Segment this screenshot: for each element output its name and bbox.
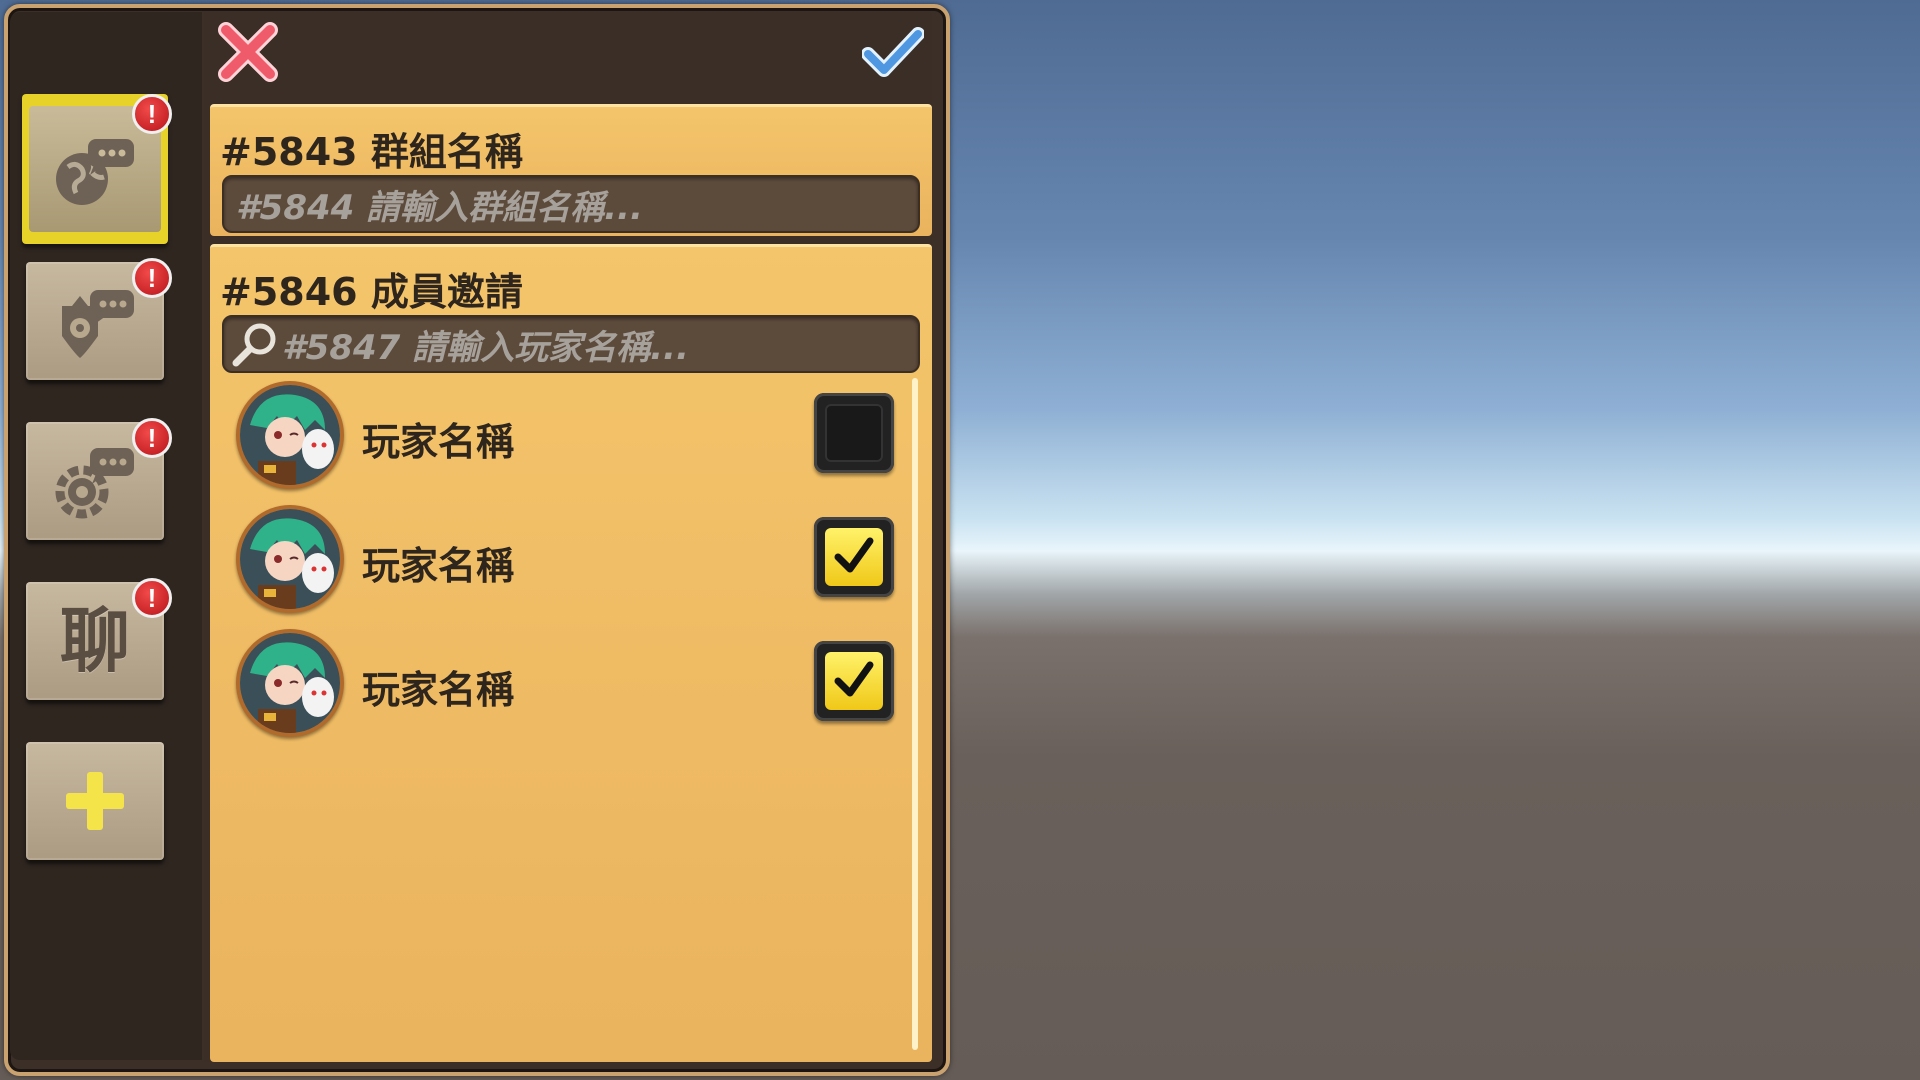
player-list-scrollbar[interactable]	[912, 378, 918, 1050]
player-search-placeholder: #5847 請輸入玩家名稱...	[282, 327, 689, 368]
group-name-input[interactable]: #5844 請輸入群組名稱...	[222, 175, 920, 233]
checkmark-icon	[834, 537, 874, 573]
player-name: 玩家名稱	[362, 544, 515, 588]
player-row[interactable]: 玩家名稱	[224, 505, 894, 617]
character-portrait-icon	[240, 509, 340, 609]
player-row[interactable]: 玩家名稱	[224, 629, 894, 741]
checkbox-fill	[825, 652, 883, 710]
group-name-section: #5843 群組名稱 #5844 請輸入群組名稱...	[210, 104, 932, 236]
world-chat-tab[interactable]: !	[22, 94, 172, 244]
checkbox-fill	[825, 528, 883, 586]
search-icon	[232, 323, 276, 367]
player-row[interactable]: 玩家名稱	[224, 381, 894, 493]
close-button[interactable]	[218, 20, 280, 82]
add-group-tab[interactable]	[26, 742, 164, 860]
group-name-title: #5843 群組名稱	[220, 130, 523, 174]
chat-char-label: 聊	[60, 599, 130, 682]
invite-checkbox[interactable]	[814, 641, 894, 721]
player-avatar	[236, 381, 344, 489]
checkmark-icon	[834, 661, 874, 697]
guild-chat-tab[interactable]: !	[26, 258, 172, 380]
guild-emblem-chat-icon	[62, 290, 134, 358]
player-avatar	[236, 629, 344, 737]
member-invite-section: #5846 成員邀請 #5847 請輸入玩家名稱... 玩家名稱 玩家名稱 玩家…	[210, 244, 932, 1062]
group-name-placeholder: #5844 請輸入群組名稱...	[236, 187, 643, 228]
notification-badge: !	[132, 578, 172, 618]
player-name: 玩家名稱	[362, 420, 515, 464]
character-portrait-icon	[240, 385, 340, 485]
gear-chat-icon	[55, 448, 134, 519]
member-invite-title: #5846 成員邀請	[220, 270, 523, 314]
player-search-input[interactable]: #5847 請輸入玩家名稱...	[222, 315, 920, 373]
notification-badge: !	[132, 418, 172, 458]
plus-icon	[66, 772, 124, 830]
confirm-button[interactable]	[861, 24, 925, 82]
system-chat-tab[interactable]: !	[26, 418, 172, 540]
private-chat-tab[interactable]: 聊 !	[26, 578, 172, 700]
checkmark-icon	[861, 27, 925, 77]
globe-chat-icon	[56, 139, 134, 205]
player-name: 玩家名稱	[362, 668, 515, 712]
close-x-icon	[218, 22, 278, 82]
notification-badge: !	[132, 258, 172, 298]
invite-checkbox[interactable]	[814, 517, 894, 597]
invite-checkbox[interactable]	[814, 393, 894, 473]
notification-badge: !	[132, 94, 172, 134]
player-avatar	[236, 505, 344, 613]
checkbox-fill	[825, 404, 883, 462]
character-portrait-icon	[240, 633, 340, 733]
